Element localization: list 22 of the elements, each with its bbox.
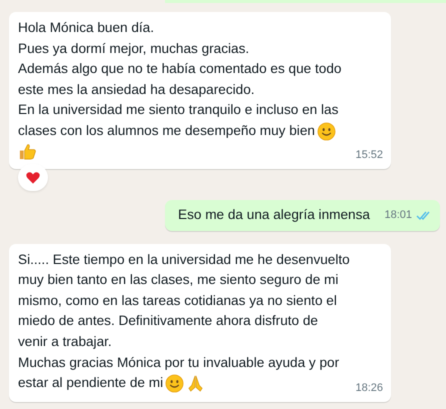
smile-emoji-icon xyxy=(165,374,184,394)
message-text: Muchas gracias Mónica por tu invaluable ayuda y por xyxy=(18,354,340,372)
message-text: venir a trabajar. xyxy=(18,333,112,352)
praying-hands-icon xyxy=(186,374,206,394)
message-time: 18:01 xyxy=(384,208,412,224)
message-text: Hola Mónica buen día. xyxy=(18,19,154,37)
message-text: En la universidad me siento tranquilo e incluso en las xyxy=(18,101,338,120)
message-text: Además algo que no te había comentado es que todo xyxy=(18,60,342,78)
message-text: Si..... Este tiempo en la universidad me he desenvuelto xyxy=(18,250,350,269)
message-time: 18:26 xyxy=(355,380,383,396)
message-text: miedo de antes. Definitivamente ahora disfruto de xyxy=(18,312,318,330)
message-text: este mes la ansiedad ha desaparecido. xyxy=(18,80,255,99)
message-text: mismo, como en las tareas cotidianas ya no siento el xyxy=(18,292,337,310)
message-text: Eso me da una alegría inmensa xyxy=(178,206,370,224)
smile-emoji-icon xyxy=(316,122,336,141)
message-text: Pues ya dormí mejor, muchas gracias. xyxy=(18,40,250,58)
message-time: 15:52 xyxy=(355,148,383,163)
message-text: clases con los alumnos me desempeño muy bien xyxy=(18,122,315,140)
message-text: estar al pendiente de mi xyxy=(18,374,164,392)
message-text: muy bien tanto en las clases, me siento seguro de mi xyxy=(18,271,338,290)
heart-icon xyxy=(25,170,41,186)
thumbs-up-icon xyxy=(18,142,37,161)
